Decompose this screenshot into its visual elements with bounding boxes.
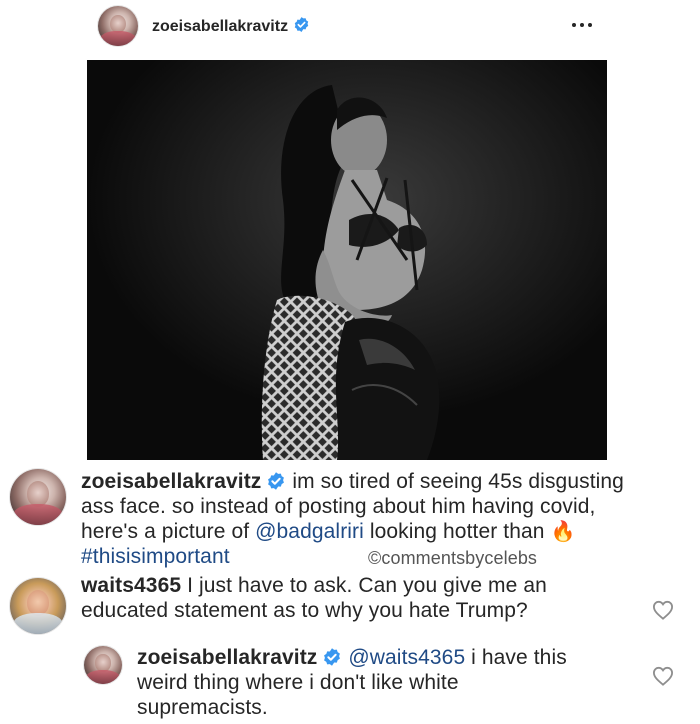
caption-line-1: zoeisabellakravitz im so tired of seeing… xyxy=(81,469,681,494)
comment-line-1: waits4365 I just have to ask. Can you gi… xyxy=(81,573,641,598)
verified-badge-icon xyxy=(294,17,309,32)
avatar-shirt xyxy=(12,503,64,525)
caption-text-line-3a: here's a picture of xyxy=(81,520,256,543)
caption-text-line-2: ass face. so instead of posting about hi… xyxy=(81,495,596,518)
avatar-shirt xyxy=(12,612,64,634)
post-photo[interactable] xyxy=(87,60,607,460)
post-author-avatar[interactable] xyxy=(98,6,138,46)
reply-line-2: weird thing where i don't like white xyxy=(137,670,647,695)
reply: zoeisabellakravitz @waits4365 i have thi… xyxy=(137,645,647,720)
caption-author-username[interactable]: zoeisabellakravitz xyxy=(81,470,261,493)
reply-text-line-1: i have this xyxy=(465,646,567,669)
fire-emoji-icon: 🔥 xyxy=(550,521,576,543)
heart-outline-icon[interactable] xyxy=(652,666,674,686)
photo-figure xyxy=(87,60,607,460)
comment-text-line-2: educated statement as to why you hate Tr… xyxy=(81,599,528,622)
commenter-avatar[interactable] xyxy=(10,578,66,634)
post-author-username[interactable]: zoeisabellakravitz xyxy=(152,18,288,35)
comment-author-username[interactable]: waits4365 xyxy=(81,574,181,597)
verified-badge-icon xyxy=(324,648,341,666)
verified-badge-icon xyxy=(268,472,285,490)
reply-line-1: zoeisabellakravitz @waits4365 i have thi… xyxy=(137,645,647,670)
reply-text-line-3: supremacists. xyxy=(137,696,268,719)
reply-author-avatar[interactable] xyxy=(84,646,122,684)
avatar-shirt xyxy=(100,30,136,46)
caption-author-avatar[interactable] xyxy=(10,469,66,525)
caption-text-line-3b: looking hotter than xyxy=(363,520,551,543)
hashtag-link[interactable]: #thisisimportant xyxy=(81,545,230,568)
comment-text-line-1: I just have to ask. Can you give me an xyxy=(181,574,547,597)
caption-line-2: ass face. so instead of posting about hi… xyxy=(81,494,681,519)
heart-outline-icon[interactable] xyxy=(652,600,674,620)
post-caption: zoeisabellakravitz im so tired of seeing… xyxy=(81,469,681,569)
comment: waits4365 I just have to ask. Can you gi… xyxy=(81,573,641,623)
more-horizontal-icon[interactable] xyxy=(571,21,593,29)
reply-text-line-2: weird thing where i don't like white xyxy=(137,671,459,694)
caption-text-line-1: im so tired of seeing 45s disgusting xyxy=(292,470,624,493)
comment-line-2: educated statement as to why you hate Tr… xyxy=(81,598,641,623)
avatar-shirt xyxy=(85,669,121,684)
mention-link-badgalriri[interactable]: @badgalriri xyxy=(255,520,364,543)
caption-line-4: #thisisimportant ©commentsbycelebs xyxy=(81,544,681,569)
reply-author-username[interactable]: zoeisabellakravitz xyxy=(137,646,317,669)
reply-line-3: supremacists. xyxy=(137,695,647,720)
post-header: zoeisabellakravitz xyxy=(152,16,310,36)
caption-line-3: here's a picture of @badgalriri looking … xyxy=(81,519,681,544)
mention-link-waits4365[interactable]: @waits4365 xyxy=(348,646,465,669)
watermark-text: ©commentsbycelebs xyxy=(368,548,538,568)
